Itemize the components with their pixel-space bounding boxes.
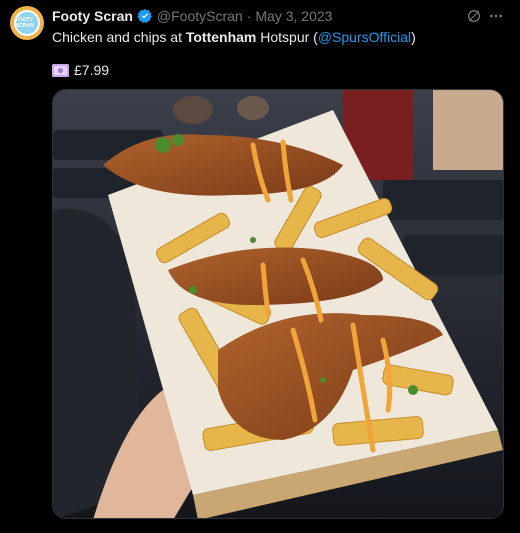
separator-dot: · [246, 8, 252, 24]
tweet-text: Chicken and chips at Tottenham Hotspur (… [52, 28, 416, 46]
avatar-logo: FOOTY SCRAN [14, 10, 40, 36]
price-text: £7.99 [74, 62, 110, 78]
mention-link[interactable]: @SpursOfficial [318, 29, 411, 45]
food-photo-illustration [53, 90, 503, 518]
avatar-text: FOOTY SCRAN [16, 17, 34, 29]
verified-badge-icon[interactable] [137, 8, 153, 24]
tweet-text-bold: Tottenham [185, 29, 257, 45]
tweet[interactable]: FOOTY SCRAN Footy Scran @FootyScran · Ma… [0, 0, 520, 533]
money-bag-icon [52, 63, 69, 77]
author-name[interactable]: Footy Scran [52, 8, 133, 24]
grok-icon[interactable] [466, 8, 482, 29]
tweet-photo[interactable] [52, 89, 504, 519]
tweet-text-part2: Hotspur ( [256, 29, 318, 45]
tweet-text-part3: ) [411, 29, 416, 45]
author-handle[interactable]: @FootyScran [157, 8, 243, 24]
more-icon[interactable] [488, 8, 504, 29]
tweet-text-part1: Chicken and chips at [52, 29, 186, 45]
tweet-header: Footy Scran @FootyScran · May 3, 2023 [52, 6, 332, 26]
price-line: £7.99 [52, 62, 109, 78]
tweet-date[interactable]: May 3, 2023 [255, 8, 332, 24]
avatar[interactable]: FOOTY SCRAN [10, 6, 44, 40]
